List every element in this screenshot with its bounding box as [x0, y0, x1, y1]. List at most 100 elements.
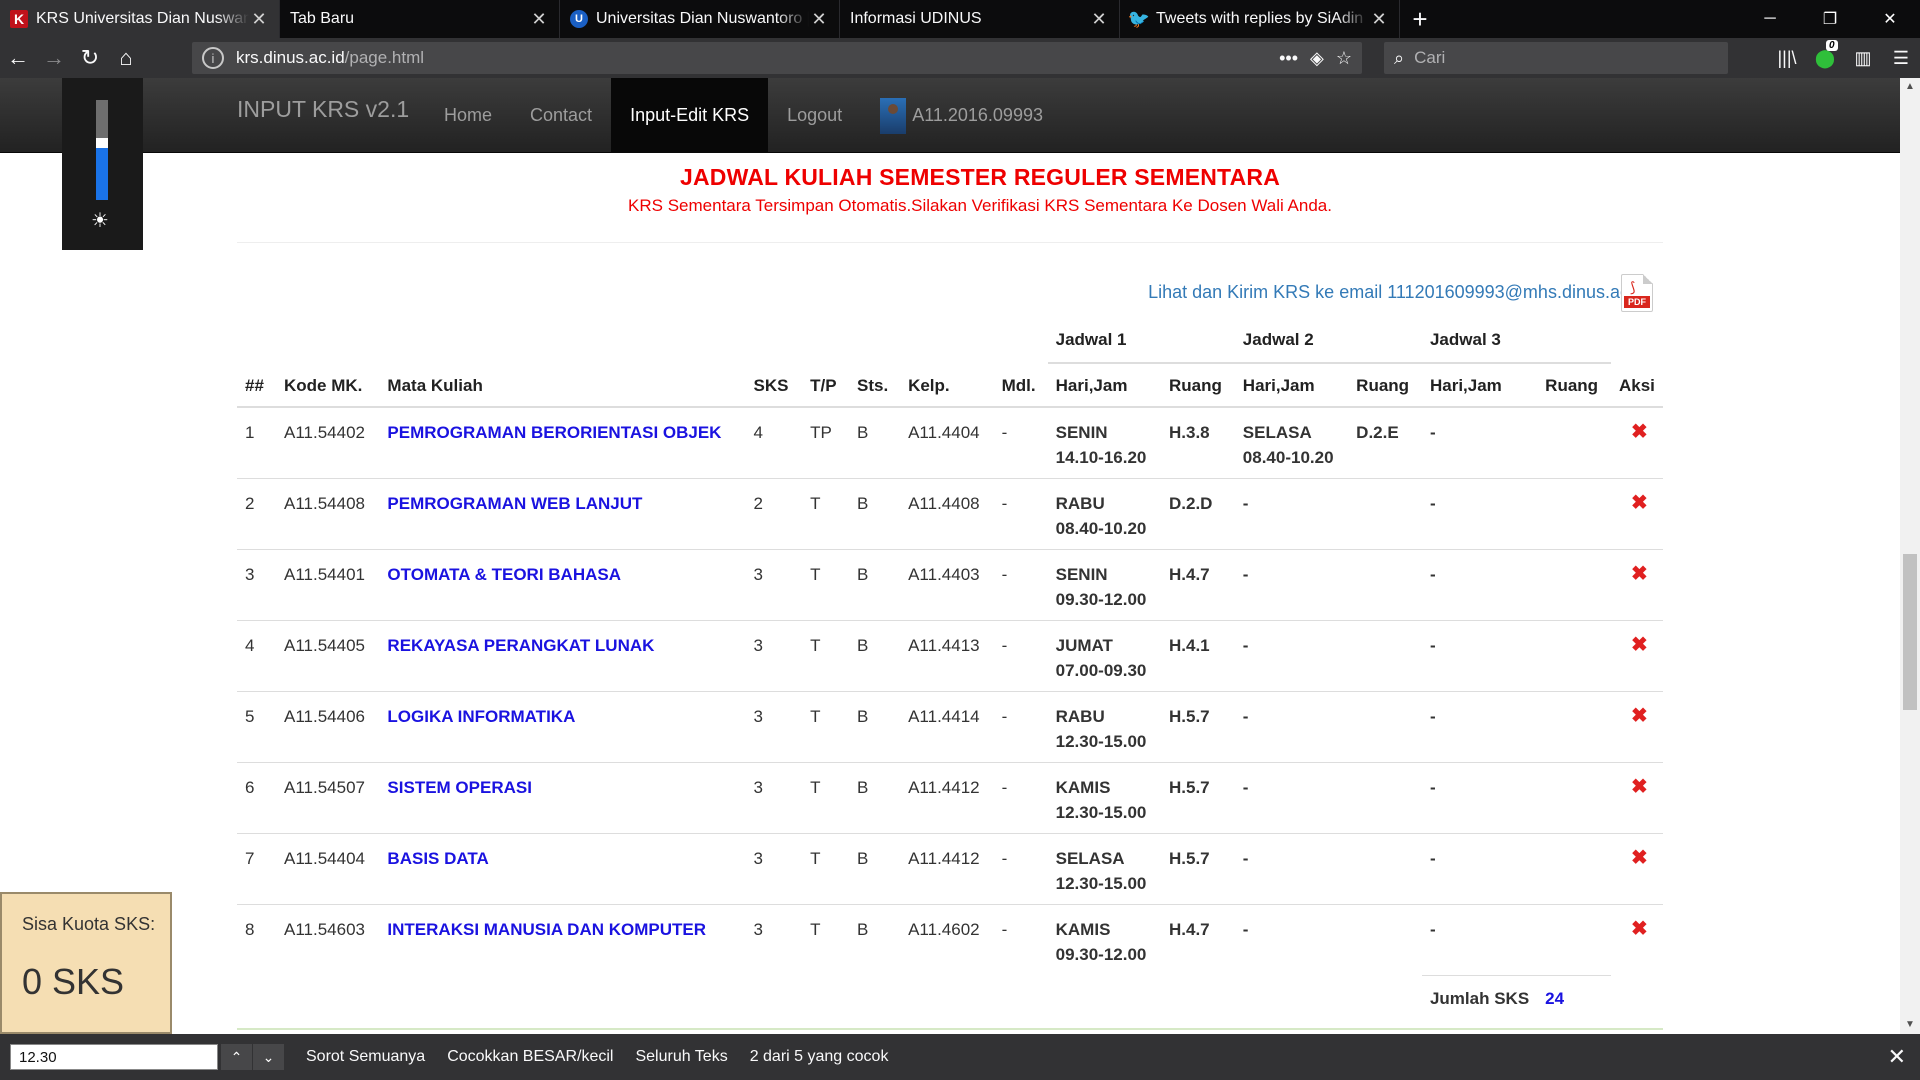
menu-input-edit-krs[interactable]: Input-Edit KRS	[611, 78, 769, 153]
menu-logout[interactable]: Logout	[768, 78, 861, 153]
user-profile[interactable]: A11.2016.09993	[861, 78, 1062, 153]
delete-icon[interactable]: ✖	[1631, 491, 1648, 516]
schedule-day: -	[1242, 707, 1249, 726]
find-previous-icon[interactable]: ⌃	[220, 1044, 252, 1070]
page-actions-icon[interactable]: •••	[1279, 48, 1298, 69]
column-header: Ruang	[1348, 363, 1422, 408]
course-sks: 3	[745, 691, 803, 763]
column-header: Hari,Jam	[1047, 363, 1161, 408]
minimize-icon[interactable]: ─	[1740, 0, 1800, 38]
delete-icon[interactable]: ✖	[1631, 775, 1648, 800]
highlight-all-toggle[interactable]: Sorot Semuanya	[306, 1048, 425, 1066]
match-case-toggle[interactable]: Cocokkan BESAR/kecil	[447, 1048, 613, 1066]
restore-icon[interactable]: ❐	[1800, 0, 1860, 38]
total-sks: 24	[1537, 975, 1611, 1020]
forward-arrow-icon[interactable]: →	[36, 40, 72, 76]
site-info-icon[interactable]: i	[202, 47, 224, 69]
web-page: INPUT KRS v2.1 Home Contact Input-Edit K…	[0, 78, 1900, 1034]
delete-icon[interactable]: ✖	[1631, 704, 1648, 729]
library-icon[interactable]: |||\	[1768, 48, 1806, 69]
course-name-link[interactable]: PEMROGRAMAN WEB LANJUT	[379, 478, 746, 550]
course-module: -	[993, 691, 1048, 763]
tab-informasi[interactable]: Informasi UDINUS ✕	[840, 0, 1120, 38]
course-name-link[interactable]: INTERAKSI MANUSIA DAN KOMPUTER	[379, 904, 746, 976]
page-scrollbar[interactable]: ▲ ▼	[1900, 78, 1920, 1034]
home-icon[interactable]: ⌂	[108, 40, 144, 76]
scroll-down-icon[interactable]: ▼	[1900, 1016, 1920, 1034]
whole-words-toggle[interactable]: Seluruh Teks	[635, 1048, 727, 1066]
tab-close-icon[interactable]: ✕	[529, 9, 549, 30]
course-status: B	[849, 549, 901, 621]
address-bar[interactable]: i krs.dinus.ac.id/page.html ••• ◈ ☆	[192, 42, 1362, 74]
row-number: 6	[237, 762, 276, 834]
bookmark-star-icon[interactable]: ☆	[1336, 48, 1352, 69]
new-tab-button[interactable]: +	[1400, 0, 1440, 38]
tab-close-icon[interactable]: ✕	[249, 9, 269, 30]
menu-hamburger-icon[interactable]: ☰	[1882, 48, 1920, 69]
j1-room: H.5.7	[1161, 691, 1235, 763]
delete-icon[interactable]: ✖	[1631, 846, 1648, 871]
course-sks: 2	[745, 478, 803, 550]
delete-icon[interactable]: ✖	[1631, 917, 1648, 942]
row-action: ✖	[1610, 904, 1663, 976]
brightness-knob[interactable]	[96, 138, 108, 148]
j3-schedule: -	[1421, 620, 1538, 692]
tab-udinus[interactable]: U Universitas Dian Nuswantoro [UDINUS] ✕	[560, 0, 840, 38]
tab-close-icon[interactable]: ✕	[1089, 9, 1109, 30]
course-name-link[interactable]: BASIS DATA	[379, 833, 746, 905]
site-brand[interactable]: INPUT KRS v2.1	[237, 96, 409, 123]
page-subtitle: KRS Sementara Tersimpan Otomatis.Silakan…	[628, 196, 1332, 215]
schedule-day: -	[1242, 920, 1249, 939]
course-name-link[interactable]: LOGIKA INFORMATIKA	[379, 691, 746, 763]
jadwal-2-header: Jadwal 2	[1234, 316, 1422, 364]
delete-icon[interactable]: ✖	[1631, 420, 1648, 445]
sidebar-icon[interactable]: ▥	[1844, 48, 1882, 69]
course-name-link[interactable]: PEMROGRAMAN BERORIENTASI OBJEK	[379, 407, 745, 479]
schedule-day: -	[1429, 636, 1436, 655]
toolbar-tools: |||\ ⬤ 0 ▥ ☰	[1768, 38, 1920, 78]
back-arrow-icon[interactable]: ←	[0, 40, 36, 76]
schedule-day: -	[1242, 778, 1249, 797]
extension-icon[interactable]: ⬤ 0	[1806, 39, 1844, 69]
schedule-day: -	[1242, 849, 1249, 868]
pocket-icon[interactable]: ◈	[1310, 48, 1324, 69]
j1-schedule: RABU 08.40-10.20	[1047, 478, 1161, 550]
find-input[interactable]	[10, 1044, 218, 1070]
bottom-divider	[237, 1028, 1663, 1030]
find-next-icon[interactable]: ⌄	[252, 1044, 284, 1070]
search-placeholder: Cari	[1414, 48, 1446, 67]
menu-contact[interactable]: Contact	[511, 78, 611, 153]
j2-schedule: -	[1234, 833, 1349, 905]
url-host: krs.dinus.ac.id	[236, 48, 345, 67]
email-krs-link[interactable]: Lihat dan Kirim KRS ke email 11120160999…	[1148, 282, 1648, 303]
tab-krs[interactable]: K KRS Universitas Dian Nuswantoro ✕	[0, 0, 280, 38]
j3-schedule: -	[1421, 549, 1538, 621]
reload-icon[interactable]: ↻	[72, 40, 108, 76]
course-name-link[interactable]: SISTEM OPERASI	[379, 762, 746, 834]
schedule-day: -	[1242, 636, 1249, 655]
delete-icon[interactable]: ✖	[1631, 633, 1648, 658]
column-header: Hari,Jam	[1421, 363, 1538, 408]
search-box[interactable]: ⌕ Cari	[1384, 42, 1728, 74]
row-number: 2	[237, 478, 276, 550]
course-group: A11.4602	[900, 904, 994, 976]
tab-close-icon[interactable]: ✕	[809, 9, 829, 30]
tab-new[interactable]: Tab Baru ✕	[280, 0, 560, 38]
j1-schedule: KAMIS 09.30-12.00	[1047, 904, 1161, 976]
course-name-link[interactable]: OTOMATA & TEORI BAHASA	[379, 549, 746, 621]
quota-box: Sisa Kuota SKS: 0 SKS	[0, 892, 172, 1034]
j2-schedule: -	[1234, 478, 1349, 550]
course-code: A11.54406	[276, 691, 380, 763]
scroll-up-icon[interactable]: ▲	[1900, 78, 1920, 96]
tab-close-icon[interactable]: ✕	[1369, 9, 1389, 30]
schedule-day: -	[1429, 778, 1436, 797]
tab-twitter[interactable]: 🐦 Tweets with replies by SiAdin Mobile ✕	[1120, 0, 1400, 38]
course-status: B	[849, 833, 901, 905]
course-name-link[interactable]: REKAYASA PERANGKAT LUNAK	[379, 620, 746, 692]
close-window-icon[interactable]: ✕	[1860, 0, 1920, 38]
delete-icon[interactable]: ✖	[1631, 562, 1648, 587]
scroll-thumb[interactable]	[1903, 554, 1917, 710]
menu-home[interactable]: Home	[425, 78, 511, 153]
close-find-icon[interactable]: ✕	[1888, 1044, 1906, 1070]
pdf-icon[interactable]: ⟆ PDF	[1621, 274, 1653, 312]
